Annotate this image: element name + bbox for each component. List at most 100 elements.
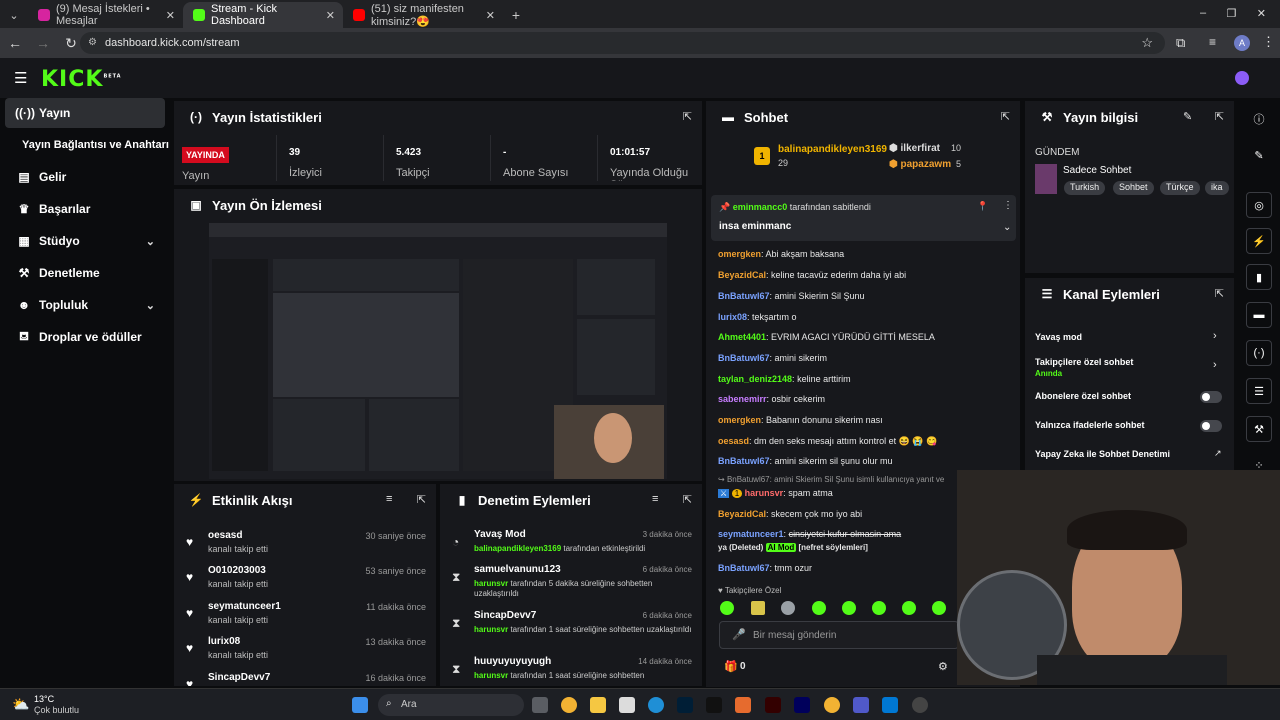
site-info-icon[interactable]: ⚙ [88,37,97,48]
expand-icon[interactable]: ⇱ [1215,287,1224,300]
chevron-right-icon[interactable]: › [1213,359,1217,371]
pinned-message[interactable]: 📌 eminmancc0 tarafından sabitlendi insa … [711,195,1016,241]
netflix-icon[interactable] [706,697,722,713]
url-field[interactable]: ⚙ dashboard.kick.com/stream ☆ [80,32,1165,54]
chrome-active-icon[interactable] [824,697,840,713]
channel-actions-widget-icon[interactable]: ☰ [1246,378,1272,404]
windows-start-icon[interactable] [352,697,368,713]
chrome-icon[interactable] [561,697,577,713]
sidebar-item-denetleme[interactable]: ⚒ Denetleme [5,258,165,288]
slow-mode-row[interactable]: Yavaş mod [1035,332,1082,342]
broadcast-widget-icon[interactable]: (·) [1246,340,1272,366]
chat-settings-icon[interactable]: ⚙ [938,660,948,673]
profile-avatar[interactable]: A [1234,35,1250,51]
teams-icon[interactable] [853,697,869,713]
emote-icon[interactable] [751,601,765,615]
stream-tag[interactable]: Türkçe [1160,181,1200,195]
subscribers-only-toggle[interactable] [1200,391,1222,403]
premiere-icon[interactable] [794,697,810,713]
close-window-icon[interactable]: ✕ [1257,7,1266,20]
info-icon[interactable]: ⓘ [1246,106,1272,132]
preview-stats [273,259,459,291]
expand-icon[interactable]: ⇱ [683,493,692,506]
file-explorer-icon[interactable] [590,697,606,713]
sidebar-item-topluluk[interactable]: ☻ Topluluk ⌄ [5,290,165,320]
forward-icon[interactable]: → [29,35,57,51]
expand-icon[interactable]: ⇱ [1001,110,1010,123]
emote-icon[interactable] [872,601,886,615]
browser-menu-icon[interactable]: ⋮ [1262,34,1275,50]
copilot-icon[interactable] [735,697,751,713]
edit-icon[interactable]: ✎ [1183,110,1192,123]
expand-icon[interactable]: ⇱ [1215,110,1224,123]
illustrator-icon[interactable] [765,697,781,713]
emote-icon[interactable] [932,601,946,615]
sidebar-item-studyo[interactable]: ▦ Stüdyo ⌄ [5,226,165,256]
minimize-icon[interactable]: – [1200,7,1206,20]
chevron-down-icon[interactable]: ⌄ [1003,222,1011,233]
expand-icon[interactable]: ⇱ [683,110,692,123]
tab-youtube[interactable]: (51) siz manifesten kimsiniz?😍 ✕ [343,2,503,28]
extensions-icon[interactable]: ⧉ [1176,35,1185,51]
obs-icon[interactable] [912,697,928,713]
expand-icon[interactable]: ⇱ [417,493,426,506]
moderation-widget-icon[interactable]: ▮ [1246,264,1272,290]
hamburger-menu-icon[interactable]: ☰ [14,69,27,87]
emote-icon[interactable] [720,601,734,615]
stream-tag[interactable]: Turkish [1064,181,1106,195]
task-view-icon[interactable] [532,697,548,713]
microphone-icon[interactable]: 🎤 [732,628,746,641]
sidebar-item-stream-key[interactable]: Yayın Bağlantısı ve Anahtarı [22,130,172,160]
user-avatar[interactable] [1235,71,1249,85]
photoshop-icon[interactable] [677,697,693,713]
tab-kick-dashboard[interactable]: Stream - Kick Dashboard ✕ [183,2,343,28]
emote-icon[interactable] [781,601,795,615]
external-link-icon[interactable]: ↗ [1214,448,1222,459]
tab-list-button[interactable]: ⌄ [0,2,28,28]
followers-only-row[interactable]: Takipçilere özel sohbet [1035,357,1133,367]
emote-icon[interactable] [842,601,856,615]
taskbar-search[interactable]: ⌕ Ara [378,694,524,716]
sidebar-item-gelir[interactable]: ▤ Gelir [5,162,165,192]
gift-icon[interactable]: 🎁 [724,660,738,673]
edit-icon[interactable]: ✎ [1246,142,1272,168]
outlook-icon[interactable] [882,697,898,713]
sidebar: ((·)) Yayın Yayın Bağlantısı ve Anahtarı … [0,98,172,688]
stream-preview-video[interactable] [209,223,667,479]
filter-icon[interactable]: ≡ [386,493,392,505]
close-tab-icon[interactable]: ✕ [486,9,495,22]
sidebar-item-droplar[interactable]: ⛾ Droplar ve ödüller [5,322,165,352]
preview-channel-actions [577,319,655,395]
pinned-menu-icon[interactable]: ⋮ [1003,200,1013,211]
new-tab-button[interactable]: + [503,2,529,28]
filter-icon[interactable]: ≡ [652,493,658,505]
heart-icon: ♥ [186,606,194,620]
reading-list-icon[interactable]: ≡ [1209,35,1216,49]
kick-logo[interactable]: KICKBETA [41,67,122,92]
emotes-only-toggle[interactable] [1200,420,1222,432]
edge-icon[interactable] [648,697,664,713]
emote-icon[interactable] [902,601,916,615]
back-icon[interactable]: ← [1,35,29,51]
pin-icon[interactable]: 📍 [977,201,988,212]
close-tab-icon[interactable]: ✕ [326,9,335,22]
ai-moderation-row[interactable]: Yapay Zeka ile Sohbet Denetimi [1035,449,1170,459]
chat-widget-icon[interactable]: ▬ [1246,302,1272,328]
store-icon[interactable] [619,697,635,713]
sidebar-item-yayin[interactable]: ((·)) Yayın [5,98,165,128]
wrench-icon: ⚒ [1041,110,1053,124]
emote-icon[interactable] [812,601,826,615]
maximize-icon[interactable]: ❐ [1227,7,1237,20]
tab-instagram[interactable]: (9) Mesaj İstekleri • Mesajlar ✕ [28,2,183,28]
close-tab-icon[interactable]: ✕ [166,9,175,22]
bookmark-star-icon[interactable]: ☆ [1141,35,1153,51]
stream-info-widget-icon[interactable]: ⚒ [1246,416,1272,442]
stream-tag[interactable]: ika [1205,181,1229,195]
sidebar-item-basarilar[interactable]: ♛ Başarılar [5,194,165,224]
dashboard-header: ☰ KICKBETA [0,58,1280,98]
stream-tag[interactable]: Sohbet [1113,181,1154,195]
chat-input[interactable]: 🎤 Bir mesaj gönderin [719,621,959,649]
chevron-right-icon[interactable]: › [1213,330,1217,342]
stats-widget-icon[interactable]: ◎ [1246,192,1272,218]
activity-widget-icon[interactable]: ⚡ [1246,228,1272,254]
